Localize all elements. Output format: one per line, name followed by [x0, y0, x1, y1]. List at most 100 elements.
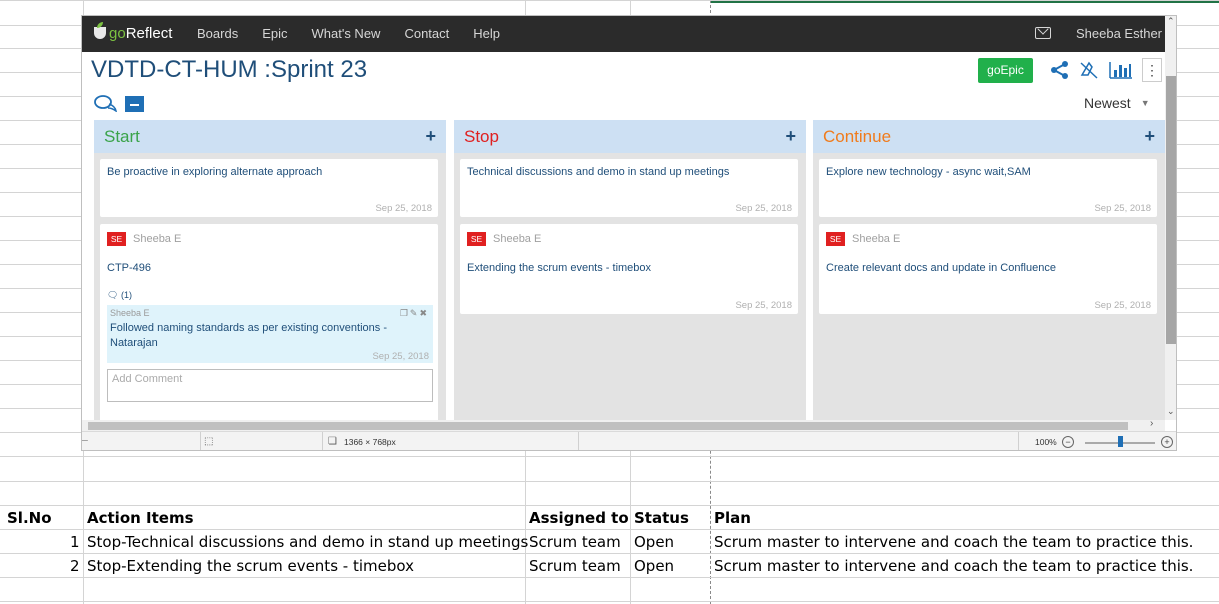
viewer-status-bar: ⊢ ⬚ ❏ 1366 × 768px 100% − +	[82, 431, 1176, 450]
user-name[interactable]: Sheeba Esther	[1076, 26, 1162, 41]
add-card-icon[interactable]: +	[425, 120, 436, 153]
image-size-icon: ❏	[328, 436, 337, 447]
column-start: Start + Be proactive in exploring altern…	[94, 120, 446, 430]
card[interactable]: SE Sheeba E CTP-496 🗨 (1) Sheeba E ❐✎✖ F…	[100, 224, 438, 430]
header-status[interactable]: Status	[634, 509, 689, 527]
nav-item-whats-new[interactable]: What's New	[312, 26, 381, 41]
zoom-in-icon[interactable]: +	[1161, 436, 1173, 448]
column-header: Continue +	[813, 120, 1165, 153]
comment-actions: ❐✎✖	[400, 308, 429, 319]
card-date: Sep 25, 2018	[735, 300, 792, 311]
card-author: Sheeba E	[493, 233, 542, 245]
embedded-screenshot: goReflect Boards Epic What's New Contact…	[81, 15, 1177, 451]
goreflect-logo[interactable]: goReflect	[94, 22, 173, 42]
zoom-out-icon[interactable]: −	[1062, 436, 1074, 448]
card-text: Create relevant docs and update in Confl…	[826, 262, 1056, 274]
comment-author: Sheeba E	[110, 308, 150, 318]
image-resolution: 1366 × 768px	[344, 437, 396, 447]
nav-item-epic[interactable]: Epic	[262, 26, 287, 41]
cell-status[interactable]: Open	[634, 533, 674, 551]
avatar: SE	[107, 232, 126, 246]
cell-action-item[interactable]: Stop-Technical discussions and demo in s…	[87, 533, 528, 551]
comment: Sheeba E ❐✎✖ Followed naming standards a…	[107, 305, 433, 363]
comment-bubble-icon: 🗨	[107, 290, 119, 300]
more-options-icon[interactable]: ⋮	[1142, 58, 1162, 82]
zoom-slider-thumb[interactable]	[1118, 436, 1123, 447]
add-card-icon[interactable]: +	[785, 120, 796, 153]
avatar: SE	[826, 232, 845, 246]
card[interactable]: Be proactive in exploring alternate appr…	[100, 159, 438, 217]
nav-item-help[interactable]: Help	[473, 26, 500, 41]
cell-assigned-to[interactable]: Scrum team	[529, 533, 621, 551]
card[interactable]: Technical discussions and demo in stand …	[460, 159, 798, 217]
column-header: Stop +	[454, 120, 806, 153]
copy-icon[interactable]: ❐	[400, 308, 410, 318]
vertical-scrollbar[interactable]: ⌃ ⌄	[1165, 16, 1176, 420]
nav-item-boards[interactable]: Boards	[197, 26, 238, 41]
card-text: Be proactive in exploring alternate appr…	[107, 166, 323, 178]
chevron-down-icon[interactable]: ⌄	[1167, 406, 1175, 417]
avatar: SE	[467, 232, 486, 246]
header-plan[interactable]: Plan	[714, 509, 751, 527]
leaf-icon	[94, 22, 106, 39]
mail-icon[interactable]	[1035, 27, 1051, 39]
column-title: Start	[104, 127, 140, 146]
scrollbar-thumb[interactable]	[88, 422, 1128, 430]
chevron-right-icon[interactable]: ›	[1150, 418, 1153, 429]
comment-count-value: (1)	[120, 290, 132, 300]
zoom-level: 100%	[1035, 437, 1057, 447]
share-icon[interactable]	[1050, 61, 1070, 79]
chevron-down-icon: ▼	[1140, 98, 1150, 108]
card-author: Sheeba E	[133, 233, 182, 245]
cell-sl-no[interactable]: 2	[70, 557, 80, 575]
cell-action-item[interactable]: Stop-Extending the scrum events - timebo…	[87, 557, 414, 575]
delete-icon[interactable]: ✖	[419, 308, 429, 318]
scrollbar-thumb[interactable]	[1166, 76, 1176, 344]
sort-dropdown[interactable]: Newest ▼	[1084, 95, 1150, 111]
brand-prefix: go	[109, 25, 126, 42]
nav-item-contact[interactable]: Contact	[404, 26, 449, 41]
card-date: Sep 25, 2018	[375, 203, 432, 214]
board-title: VDTD-CT-HUM :Sprint 23	[91, 56, 368, 83]
card-text: Technical discussions and demo in stand …	[467, 166, 730, 178]
chevron-up-icon[interactable]: ⌃	[1167, 16, 1175, 27]
goepic-button[interactable]: goEpic	[978, 58, 1033, 83]
sort-label: Newest	[1084, 95, 1131, 111]
card[interactable]: SE Sheeba E Extending the scrum events -…	[460, 224, 798, 314]
column-title: Stop	[464, 127, 499, 146]
add-card-icon[interactable]: +	[1144, 120, 1155, 153]
comments-icon[interactable]	[94, 94, 118, 112]
comment-count[interactable]: 🗨 (1)	[107, 290, 132, 301]
pointer-icon: ⊢	[82, 436, 89, 447]
cell-sl-no[interactable]: 1	[70, 533, 80, 551]
header-action-items[interactable]: Action Items	[87, 509, 194, 527]
cell-plan[interactable]: Scrum master to intervene and coach the …	[714, 533, 1193, 551]
column-continue: Continue + Explore new technology - asyn…	[813, 120, 1165, 430]
nav-menu: Boards Epic What's New Contact Help	[197, 26, 524, 41]
top-nav: goReflect Boards Epic What's New Contact…	[82, 16, 1176, 52]
cell-plan[interactable]: Scrum master to intervene and coach the …	[714, 557, 1193, 575]
hide-icon[interactable]	[1079, 61, 1099, 79]
card-author: Sheeba E	[852, 233, 901, 245]
comment-text: Followed naming standards as per existin…	[110, 322, 387, 349]
column-title: Continue	[823, 127, 892, 146]
card-date: Sep 25, 2018	[1094, 300, 1151, 311]
header-sl-no[interactable]: Sl.No	[7, 509, 52, 527]
cell-assigned-to[interactable]: Scrum team	[529, 557, 621, 575]
header-assigned-to[interactable]: Assigned to	[529, 509, 629, 527]
add-comment-input[interactable]: Add Comment	[107, 369, 433, 402]
brand-suffix: Reflect	[125, 25, 173, 42]
archive-icon[interactable]	[125, 96, 144, 112]
column-stop: Stop + Technical discussions and demo in…	[454, 120, 806, 430]
card-text: CTP-496	[107, 262, 152, 274]
column-header: Start +	[94, 120, 446, 153]
card-text: Explore new technology - async wait,SAM	[826, 166, 1031, 178]
horizontal-scrollbar[interactable]: ›	[82, 418, 1165, 431]
cell-status[interactable]: Open	[634, 557, 674, 575]
chart-icon[interactable]	[1109, 61, 1133, 79]
card[interactable]: SE Sheeba E Create relevant docs and upd…	[819, 224, 1157, 314]
card-date: Sep 25, 2018	[735, 203, 792, 214]
selection-icon: ⬚	[204, 436, 214, 447]
card[interactable]: Explore new technology - async wait,SAM …	[819, 159, 1157, 217]
card-text: Extending the scrum events - timebox	[467, 262, 652, 274]
